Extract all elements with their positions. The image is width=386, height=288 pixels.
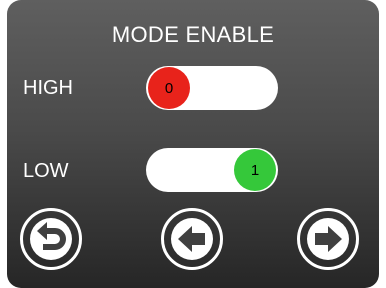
toggle-knob-high[interactable]: 0 — [148, 67, 190, 109]
previous-button[interactable] — [161, 208, 223, 270]
mode-label-low: LOW — [23, 160, 69, 182]
return-arrow-icon — [30, 218, 72, 260]
page-title: MODE ENABLE — [111, 22, 275, 47]
toggle-knob-low[interactable]: 1 — [234, 149, 276, 191]
mode-enable-panel: MODE ENABLE HIGH 0 LOW 1 — [7, 0, 379, 288]
arrow-left-icon — [171, 218, 213, 260]
toggle-low[interactable]: 1 — [146, 148, 278, 192]
toggle-high[interactable]: 0 — [146, 66, 278, 110]
back-button[interactable] — [20, 208, 82, 270]
arrow-right-icon — [307, 218, 349, 260]
next-button[interactable] — [297, 208, 359, 270]
mode-label-high: HIGH — [23, 77, 73, 99]
